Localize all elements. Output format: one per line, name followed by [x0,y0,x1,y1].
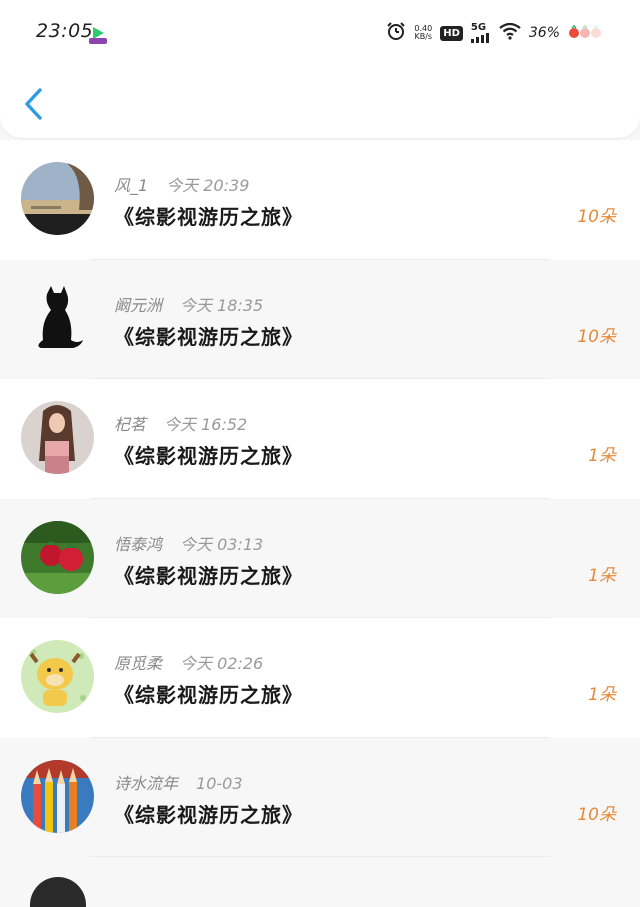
status-icons: 0.40 KB/s HD 5G 36% [386,22,604,44]
status-bar: 23:05 0.40 KB/s HD 5G 36% [0,0,640,64]
list-item[interactable]: 阚元洲 今天 18:35 《综影视游历之旅》 10朵 [0,260,640,379]
avatar[interactable] [21,281,94,355]
battery-level: 36% [528,25,560,41]
divider [90,856,550,857]
header-bar: 23:05 0.40 KB/s HD 5G 36% [0,0,640,138]
strawberry-battery-icon [568,24,604,43]
net-speed-unit: KB/s [414,32,433,41]
flower-count: 10朵 [577,804,616,825]
network-type: 5G [470,22,487,33]
send-time: 今天 20:39 [166,176,250,195]
flower-count: 1朵 [588,685,616,705]
avatar[interactable] [21,162,94,235]
sender-line: 原觅柔 今天 02:26 [114,650,263,674]
book-title[interactable]: 《综影视游历之旅》 [114,799,303,828]
signal-icon: 5G [470,22,491,43]
avatar[interactable] [21,640,94,713]
back-button[interactable] [18,84,54,124]
book-title[interactable]: 《综影视游历之旅》 [114,321,303,350]
sender-name[interactable]: 杞茗 [114,415,146,434]
sender-name[interactable]: 诗水流年 [114,774,178,793]
avatar[interactable] [21,401,94,474]
list-item[interactable]: 诗水流年 10-03 《综影视游历之旅》 10朵 [0,738,640,857]
avatar[interactable] [21,520,94,594]
send-time: 今天 18:35 [180,295,264,315]
video-app-icon [89,26,107,44]
list-item[interactable]: 杞茗 今天 16:52 《综影视游历之旅》 1朵 [0,379,640,499]
flower-count: 10朵 [577,326,616,347]
send-time: 今天 16:52 [164,415,248,434]
flower-count: 1朵 [588,446,616,466]
avatar[interactable] [21,759,94,833]
sender-name[interactable]: 原觅柔 [114,654,162,673]
sender-name[interactable]: 悟泰鸿 [114,535,162,554]
send-time: 今天 03:13 [180,534,264,554]
list-item[interactable]: 悟泰鸿 今天 03:13 《综影视游历之旅》 1朵 [0,499,640,618]
book-title[interactable]: 《综影视游历之旅》 [114,679,303,708]
sender-name[interactable]: 风_1 [114,176,148,195]
sender-line: 诗水流年 10-03 [114,770,243,794]
avatar[interactable] [30,877,86,907]
send-time: 今天 02:26 [180,654,264,673]
status-time: 23:05 [36,20,94,42]
sender-line: 风_1 今天 20:39 [114,172,249,196]
send-time: 10-03 [196,773,243,793]
wifi-icon [499,22,521,44]
list-item[interactable]: 风_1 今天 20:39 《综影视游历之旅》 10朵 [0,140,640,260]
sender-line: 悟泰鸿 今天 03:13 [114,531,263,555]
sender-line: 阚元洲 今天 18:35 [114,292,263,316]
gift-list: 风_1 今天 20:39 《综影视游历之旅》 10朵 阚元洲 今天 18:35 《综… [0,140,640,857]
flower-count: 10朵 [577,207,616,227]
list-item[interactable]: 原觅柔 今天 02:26 《综影视游历之旅》 1朵 [0,618,640,738]
sender-line: 杞茗 今天 16:52 [114,411,247,435]
book-title[interactable]: 《综影视游历之旅》 [114,560,303,589]
net-speed: 0.40 KB/s [414,25,432,41]
hd-badge: HD [440,25,463,41]
book-title[interactable]: 《综影视游历之旅》 [114,201,303,230]
book-title[interactable]: 《综影视游历之旅》 [114,440,303,469]
alarm-icon [386,21,406,45]
sender-name[interactable]: 阚元洲 [114,296,162,315]
chevron-left-icon [25,88,42,120]
flower-count: 1朵 [588,565,616,586]
